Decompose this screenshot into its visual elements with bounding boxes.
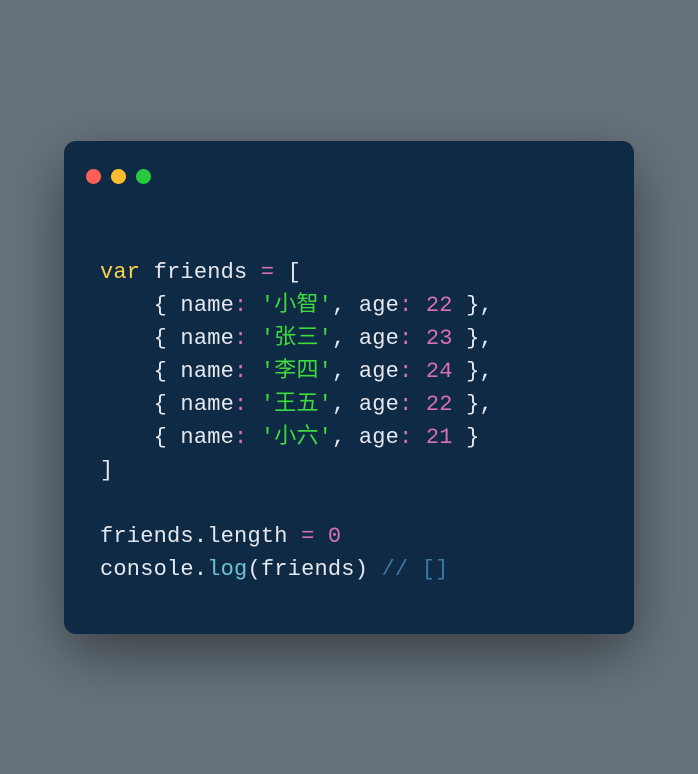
bracket-open: [ (288, 260, 301, 285)
fn-log: log (207, 557, 247, 582)
number-zero: 0 (328, 524, 341, 549)
prop-length: length (207, 524, 287, 549)
close-icon[interactable] (86, 169, 101, 184)
window-titlebar (64, 165, 634, 184)
code-block: var friends = [ { name: '小智', age: 22 },… (64, 184, 634, 586)
operator-eq2: = (301, 524, 314, 549)
keyword-var: var (100, 260, 140, 285)
comment: // [] (382, 557, 449, 582)
code-window: var friends = [ { name: '小智', age: 22 },… (64, 141, 634, 634)
operator-eq: = (261, 260, 274, 285)
minimize-icon[interactable] (111, 169, 126, 184)
identifier-friends2: friends (100, 524, 194, 549)
identifier-console: console (100, 557, 194, 582)
identifier-friends: friends (154, 260, 248, 285)
maximize-icon[interactable] (136, 169, 151, 184)
array-rows: { name: '小智', age: 22 }, { name: '张三', a… (100, 293, 493, 450)
arg-friends: friends (261, 557, 355, 582)
bracket-close: ] (100, 458, 113, 483)
